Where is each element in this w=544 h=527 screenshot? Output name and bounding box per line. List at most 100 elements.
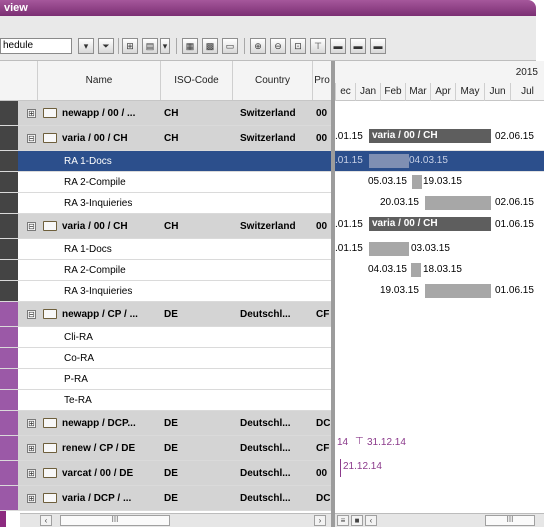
row-iso-code: CH xyxy=(164,133,179,144)
table-row[interactable]: RA 3-Inquieries xyxy=(0,281,331,302)
table-row[interactable]: ⊞ newapp / 00 / ... CH Switzerland 00 xyxy=(0,101,331,126)
grid-icon[interactable]: ▩ xyxy=(202,38,218,54)
dropdown-arrow-icon[interactable]: ▾ xyxy=(78,38,94,54)
table-icon[interactable]: ▦ xyxy=(182,38,198,54)
row-name: newapp / CP / ... xyxy=(62,309,138,320)
layout-dropdown-icon[interactable]: ▾ xyxy=(160,38,170,54)
toolbar-separator xyxy=(244,38,245,54)
milestone-icon[interactable]: ⊤ xyxy=(310,38,326,54)
row-country: Deutschl... xyxy=(240,443,291,454)
scroll-left-icon[interactable]: ‹ xyxy=(365,515,377,526)
row-indent xyxy=(0,327,18,347)
scroll-left-icon[interactable]: ‹ xyxy=(40,515,52,526)
task-bar[interactable] xyxy=(369,242,409,256)
row-country: Deutschl... xyxy=(240,418,291,429)
column-header-name[interactable]: Name xyxy=(38,61,161,100)
row-indent xyxy=(0,390,18,410)
gantt-split-icon[interactable]: ▬ xyxy=(350,38,366,54)
table-row[interactable]: P-RA xyxy=(0,369,331,390)
row-pro: 00 xyxy=(316,468,328,479)
table-row[interactable]: RA 2-Compile xyxy=(0,172,331,193)
expand-icon[interactable]: ⊞ xyxy=(27,109,36,118)
task-bar[interactable] xyxy=(425,284,491,298)
folder-icon xyxy=(43,418,57,428)
bar-start-date: .01.15 xyxy=(335,131,363,142)
table-row[interactable]: ⊟ varia / 00 / CH CH Switzerland 00 xyxy=(0,214,331,239)
timeline-month: Jul xyxy=(510,83,544,101)
task-bar[interactable] xyxy=(411,263,421,277)
grid-header-spacer xyxy=(0,61,38,100)
comment-icon[interactable]: ▭ xyxy=(222,38,238,54)
row-indent xyxy=(0,486,18,510)
row-country: Switzerland xyxy=(240,108,296,119)
task-bar[interactable] xyxy=(425,196,491,210)
expand-icon[interactable]: ⊞ xyxy=(27,494,36,503)
expand-icon[interactable]: ⊞ xyxy=(27,419,36,428)
layout-icon[interactable]: ▤ xyxy=(142,38,158,54)
chart-horizontal-scrollbar[interactable]: ≡ ■ ‹ III xyxy=(335,513,544,527)
table-row[interactable]: RA 1-Docs xyxy=(0,151,331,172)
list-view-icon[interactable]: ≡ xyxy=(337,515,349,526)
table-row[interactable]: RA 2-Compile xyxy=(0,260,331,281)
row-indent xyxy=(0,126,18,150)
row-iso-code: CH xyxy=(164,108,179,119)
group-bar[interactable]: varia / 00 / CH xyxy=(369,129,491,143)
table-row[interactable]: ⊟ newapp / CP / ... DE Deutschl... CF xyxy=(0,302,331,327)
table-row[interactable]: Te-RA xyxy=(0,390,331,411)
column-header-iso-code[interactable]: ISO-Code xyxy=(161,61,233,100)
row-name: RA 3-Inquieries xyxy=(64,286,133,297)
row-name: Te-RA xyxy=(64,395,92,406)
timeline-month: Feb xyxy=(380,83,405,101)
row-indent xyxy=(0,411,18,435)
row-indent xyxy=(0,369,18,389)
hierarchy-icon[interactable]: ⊞ xyxy=(122,38,138,54)
zoom-in-icon[interactable]: ⊕ xyxy=(250,38,266,54)
bar-end-date: 02.06.15 xyxy=(495,197,534,208)
row-pro: 00 xyxy=(316,133,328,144)
expand-icon[interactable]: ⊞ xyxy=(27,469,36,478)
table-row[interactable]: RA 1-Docs xyxy=(0,239,331,260)
table-row[interactable]: Cli-RA xyxy=(0,327,331,348)
collapse-icon[interactable]: ⊟ xyxy=(27,134,36,143)
table-row[interactable]: RA 3-Inquieries xyxy=(0,193,331,214)
view-select[interactable]: hedule xyxy=(0,38,72,54)
task-bar[interactable] xyxy=(369,154,409,168)
milestone-icon[interactable]: ⊤ xyxy=(355,436,364,447)
table-row[interactable]: ⊟ varia / 00 / CH CH Switzerland 00 xyxy=(0,126,331,151)
column-header-country[interactable]: Country xyxy=(233,61,313,100)
filter-icon[interactable]: ⏷ xyxy=(98,38,114,54)
row-indent xyxy=(0,348,18,368)
row-iso-code: DE xyxy=(164,443,178,454)
collapse-icon[interactable]: ⊟ xyxy=(27,310,36,319)
table-row[interactable]: ⊞ varia / DCP / ... DE Deutschl... DC xyxy=(0,486,331,511)
column-header-pro[interactable]: Pro xyxy=(313,61,331,100)
row-name: Cli-RA xyxy=(64,332,93,343)
table-row[interactable]: ⊞ renew / CP / DE DE Deutschl... CF xyxy=(0,436,331,461)
expand-icon[interactable]: ⊞ xyxy=(27,444,36,453)
scrollbar-thumb[interactable]: III xyxy=(485,515,535,526)
scroll-right-icon[interactable]: › xyxy=(314,515,326,526)
gantt-link-icon[interactable]: ▬ xyxy=(370,38,386,54)
zoom-out-icon[interactable]: ⊖ xyxy=(270,38,286,54)
gantt-chart: 2015 ec Jan Feb Mar Apr May Jun Jul .01.… xyxy=(335,61,544,527)
row-name: RA 1-Docs xyxy=(64,156,112,167)
collapse-icon[interactable]: ⊟ xyxy=(27,222,36,231)
zoom-fit-icon[interactable]: ⊡ xyxy=(290,38,306,54)
grid-horizontal-scrollbar[interactable]: ‹ III › xyxy=(20,513,331,527)
table-row[interactable]: ⊞ newapp / DCP... DE Deutschl... DC xyxy=(0,411,331,436)
row-pro: CF xyxy=(316,443,330,454)
table-row[interactable]: ⊞ varcat / 00 / DE DE Deutschl... 00 xyxy=(0,461,331,486)
row-indent xyxy=(0,436,18,460)
scrollbar-thumb[interactable]: III xyxy=(60,515,170,526)
row-name: RA 1-Docs xyxy=(64,244,112,255)
folder-icon xyxy=(43,468,57,478)
gantt-bar-icon[interactable]: ▬ xyxy=(330,38,346,54)
timeline-month: ec xyxy=(335,83,355,101)
group-bar[interactable]: varia / 00 / CH xyxy=(369,217,491,231)
row-country: Deutschl... xyxy=(240,493,291,504)
table-row[interactable]: Co-RA xyxy=(0,348,331,369)
task-bar[interactable] xyxy=(412,175,422,189)
row-indent xyxy=(0,151,18,171)
bar-view-icon[interactable]: ■ xyxy=(351,515,363,526)
bar-end-date: 18.03.15 xyxy=(423,264,462,275)
